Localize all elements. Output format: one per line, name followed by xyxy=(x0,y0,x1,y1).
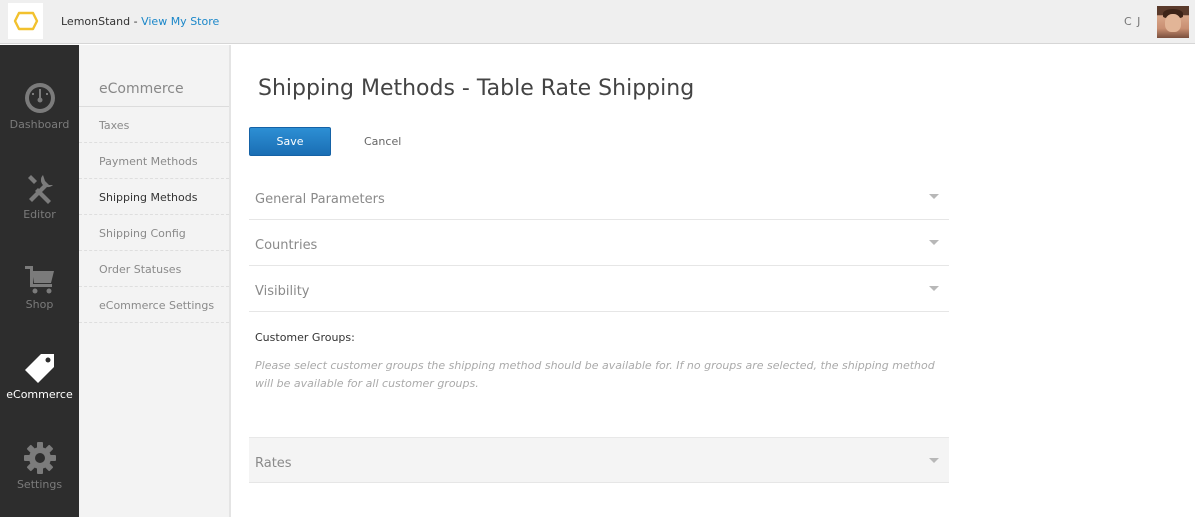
sidebar-label-shop: Shop xyxy=(25,298,54,311)
sidebar-label-dashboard: Dashboard xyxy=(9,118,70,131)
subnav-item-ecommerce-settings[interactable]: eCommerce Settings xyxy=(79,287,229,323)
subnav-item-label: Order Statuses xyxy=(99,263,182,276)
tools-icon xyxy=(28,175,53,204)
chevron-down-icon xyxy=(929,286,939,291)
subnav-item-label: Shipping Methods xyxy=(99,191,198,204)
section-title: Rates xyxy=(255,456,292,471)
subnav-item-label: Payment Methods xyxy=(99,155,198,168)
subnav-item-taxes[interactable]: Taxes xyxy=(79,107,229,143)
ecommerce-subnav: eCommerce Taxes Payment Methods Shipping… xyxy=(79,45,229,517)
customer-groups-label: Customer Groups: xyxy=(255,331,355,344)
brand-name: LemonStand xyxy=(61,15,131,28)
sidebar-label-settings: Settings xyxy=(16,478,63,491)
chevron-down-icon xyxy=(929,240,939,245)
brand-separator: - xyxy=(130,15,142,28)
user-initials[interactable]: C J xyxy=(1124,15,1141,28)
subnav-title: eCommerce xyxy=(99,81,184,97)
section-title: General Parameters xyxy=(255,192,385,207)
shopping-cart-icon xyxy=(25,266,54,294)
sidebar-item-dashboard[interactable]: Dashboard xyxy=(0,45,79,135)
sidebar-item-editor[interactable]: Editor xyxy=(0,135,79,225)
chevron-down-icon xyxy=(929,458,939,463)
price-tag-icon xyxy=(25,354,54,383)
sidebar-item-shop[interactable]: Shop xyxy=(0,225,79,315)
subnav-item-order-statuses[interactable]: Order Statuses xyxy=(79,251,229,287)
subnav-item-label: eCommerce Settings xyxy=(99,299,215,312)
page-title: Shipping Methods - Table Rate Shipping xyxy=(258,76,695,101)
save-button[interactable]: Save xyxy=(249,127,331,156)
subnav-border xyxy=(229,45,231,517)
main-sidebar: Dashboard Editor Shop eCommerce Settings xyxy=(0,45,79,517)
section-general-parameters[interactable]: General Parameters xyxy=(249,174,949,220)
subnav-item-shipping-config[interactable]: Shipping Config xyxy=(79,215,229,251)
customer-groups-help-text: Please select customer groups the shippi… xyxy=(255,359,935,390)
brand: LemonStand - View My Store xyxy=(61,15,219,28)
section-title: Countries xyxy=(255,238,318,253)
subnav-item-label: Shipping Config xyxy=(99,227,186,240)
sidebar-label-ecommerce: eCommerce xyxy=(6,388,73,401)
section-rates[interactable]: Rates xyxy=(249,437,949,483)
chevron-down-icon xyxy=(929,194,939,199)
top-bar: LemonStand - View My Store C J xyxy=(0,0,1195,44)
sidebar-item-ecommerce[interactable]: eCommerce xyxy=(0,315,79,405)
user-avatar[interactable] xyxy=(1157,6,1189,38)
sidebar-label-editor: Editor xyxy=(23,208,56,221)
subnav-item-payment-methods[interactable]: Payment Methods xyxy=(79,143,229,179)
subnav-item-shipping-methods[interactable]: Shipping Methods xyxy=(79,179,229,215)
sidebar-item-settings[interactable]: Settings xyxy=(0,405,79,495)
view-my-store-link[interactable]: View My Store xyxy=(141,15,219,28)
gear-icon xyxy=(24,442,56,474)
section-visibility[interactable]: Visibility xyxy=(249,266,949,312)
section-countries[interactable]: Countries xyxy=(249,220,949,266)
subnav-item-label: Taxes xyxy=(99,119,130,132)
section-title: Visibility xyxy=(255,284,310,299)
lemon-logo-icon xyxy=(13,11,38,31)
dashboard-gauge-icon xyxy=(25,83,55,113)
cancel-button[interactable]: Cancel xyxy=(364,135,401,148)
lemonstand-logo[interactable] xyxy=(8,3,43,39)
